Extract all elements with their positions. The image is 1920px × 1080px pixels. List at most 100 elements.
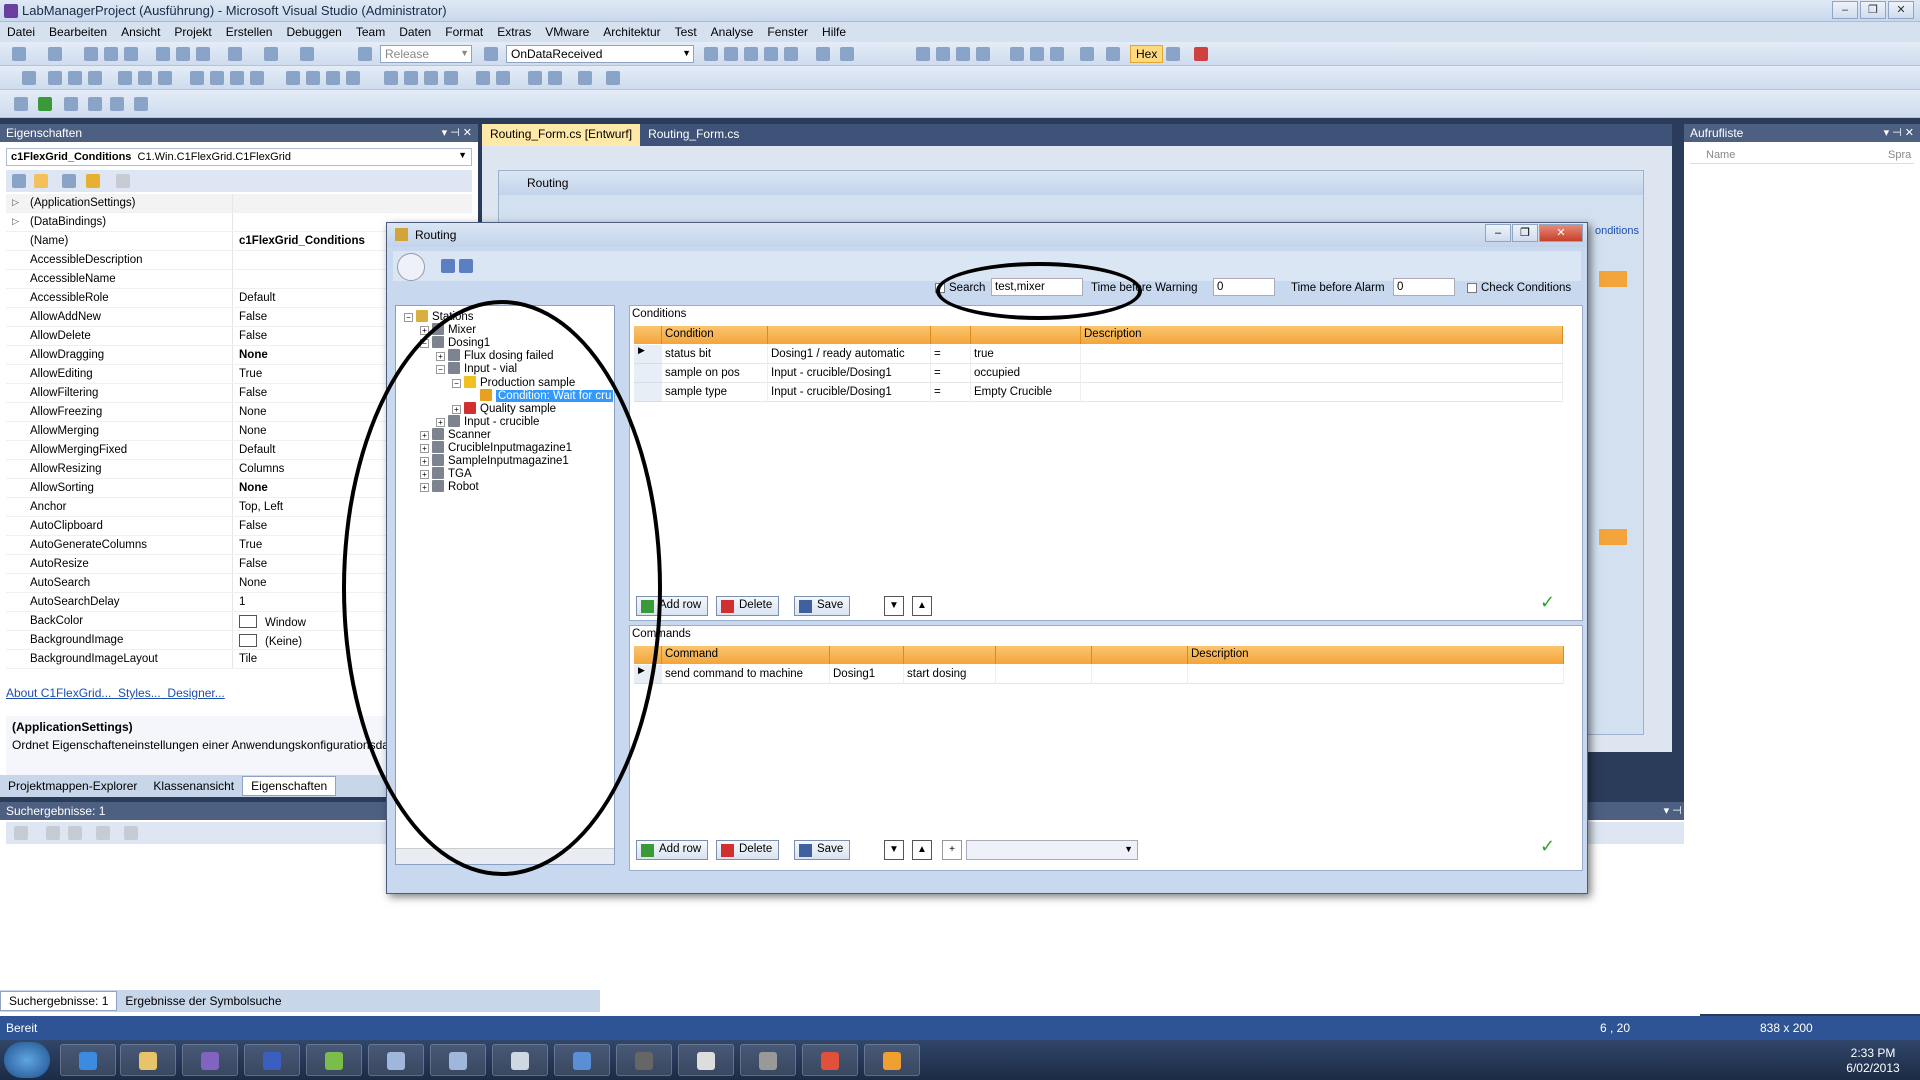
column-name[interactable]: Name bbox=[1706, 149, 1735, 161]
commands-combo[interactable]: ▼ bbox=[966, 840, 1138, 860]
make-same-size-icon[interactable] bbox=[250, 71, 264, 85]
tab-solution-explorer[interactable]: Projektmappen-Explorer bbox=[0, 777, 145, 795]
goto-location-icon[interactable] bbox=[14, 826, 28, 840]
move-down-button[interactable]: ▼ bbox=[884, 596, 904, 616]
find-icon[interactable] bbox=[484, 47, 498, 61]
menu-item-12[interactable]: Test bbox=[668, 25, 704, 39]
next-icon[interactable] bbox=[68, 826, 82, 840]
cut-icon[interactable] bbox=[156, 47, 170, 61]
tab-order-icon[interactable] bbox=[578, 71, 592, 85]
property-row[interactable]: ▷ (ApplicationSettings) bbox=[6, 194, 472, 213]
commands-add-row-button[interactable]: Add row bbox=[636, 840, 709, 860]
align-bottoms-icon[interactable] bbox=[158, 71, 172, 85]
move-up-button[interactable]: ▲ bbox=[912, 596, 932, 616]
start-page-icon[interactable] bbox=[816, 47, 830, 61]
grid-cell[interactable]: true bbox=[971, 345, 1081, 364]
paste-icon[interactable] bbox=[196, 47, 210, 61]
pin-close-icons[interactable]: ▾ ⊣ ✕ bbox=[1884, 126, 1914, 139]
tab-properties[interactable]: Eigenschaften bbox=[242, 776, 337, 796]
commands-add-button[interactable]: + bbox=[942, 840, 962, 860]
properties-icon[interactable] bbox=[744, 47, 758, 61]
save-icon[interactable] bbox=[104, 47, 118, 61]
about-link[interactable]: About C1FlexGrid... bbox=[6, 686, 111, 700]
check-conditions-checkbox[interactable] bbox=[1467, 283, 1477, 293]
minimize-button[interactable]: – bbox=[1832, 1, 1858, 19]
grid-cell[interactable]: start dosing bbox=[904, 665, 996, 684]
menu-item-15[interactable]: Hilfe bbox=[815, 25, 853, 39]
tree-expander-icon[interactable]: − bbox=[404, 313, 413, 322]
save-taskbar-button[interactable] bbox=[244, 1044, 300, 1076]
grid-cell[interactable] bbox=[1081, 383, 1563, 402]
forward-icon[interactable] bbox=[88, 97, 102, 111]
row-header[interactable] bbox=[634, 364, 662, 383]
column-header[interactable]: Command bbox=[662, 646, 830, 664]
redo-icon[interactable] bbox=[264, 47, 278, 61]
commands-move-up-button[interactable]: ▲ bbox=[912, 840, 932, 860]
clear-icon[interactable] bbox=[96, 826, 110, 840]
network-taskbar-button[interactable] bbox=[368, 1044, 424, 1076]
new-project-icon[interactable] bbox=[12, 47, 26, 61]
align-centers-icon[interactable] bbox=[68, 71, 82, 85]
grid-cell[interactable]: send command to machine bbox=[662, 665, 830, 684]
record-icon[interactable] bbox=[64, 97, 78, 111]
vs-taskbar-button[interactable] bbox=[182, 1044, 238, 1076]
object-selector[interactable]: c1FlexGrid_Conditions C1.Win.C1FlexGrid.… bbox=[6, 148, 472, 166]
tab-search-results[interactable]: Suchergebnisse: 1 bbox=[0, 991, 118, 1011]
tab-routing-form-designer[interactable]: Routing_Form.cs [Entwurf] bbox=[482, 124, 641, 146]
align-to-grid-icon[interactable] bbox=[22, 71, 36, 85]
grid-corner[interactable] bbox=[634, 326, 662, 344]
align-rights-icon[interactable] bbox=[88, 71, 102, 85]
grid-cell[interactable]: Dosing1 / ready automatic bbox=[768, 345, 931, 364]
menu-item-1[interactable]: Bearbeiten bbox=[42, 25, 114, 39]
stop-icon[interactable] bbox=[956, 47, 970, 61]
column-header[interactable] bbox=[830, 646, 904, 664]
pin-close-icons[interactable]: ▾ ⊣ ✕ bbox=[442, 126, 472, 139]
quick-watch-icon[interactable] bbox=[1106, 47, 1120, 61]
lock-controls-icon[interactable] bbox=[606, 71, 620, 85]
grid-cell[interactable]: Empty Crucible bbox=[971, 383, 1081, 402]
breakpoints-icon[interactable] bbox=[1080, 47, 1094, 61]
notepad-taskbar-button[interactable] bbox=[306, 1044, 362, 1076]
vertical-spacing-icon[interactable] bbox=[384, 71, 398, 85]
grid-cell[interactable] bbox=[1092, 665, 1188, 684]
horizontal-spacing-icon[interactable] bbox=[286, 71, 300, 85]
chart-taskbar-button[interactable] bbox=[740, 1044, 796, 1076]
grid-cell[interactable]: sample on pos bbox=[662, 364, 768, 383]
menu-item-8[interactable]: Format bbox=[438, 25, 490, 39]
show-threads-icon[interactable] bbox=[1166, 47, 1180, 61]
grid-cell[interactable]: = bbox=[931, 383, 971, 402]
column-header[interactable] bbox=[931, 326, 971, 344]
commands-save-button[interactable]: Save bbox=[794, 840, 851, 860]
step-into-icon[interactable] bbox=[1010, 47, 1024, 61]
open-icon[interactable] bbox=[84, 47, 98, 61]
menu-item-14[interactable]: Fenster bbox=[760, 25, 815, 39]
column-header[interactable] bbox=[768, 326, 931, 344]
commands-move-down-button[interactable]: ▼ bbox=[884, 840, 904, 860]
close-button[interactable]: ✕ bbox=[1888, 1, 1914, 19]
designer-link[interactable]: Designer... bbox=[167, 686, 224, 700]
menu-item-9[interactable]: Extras bbox=[490, 25, 538, 39]
grid-cell[interactable] bbox=[1081, 345, 1563, 364]
send-to-back-icon[interactable] bbox=[548, 71, 562, 85]
column-header[interactable]: Condition bbox=[662, 326, 768, 344]
alarm-time-input[interactable] bbox=[1393, 278, 1455, 296]
menu-item-11[interactable]: Architektur bbox=[596, 25, 667, 39]
increase-vspacing-icon[interactable] bbox=[404, 71, 418, 85]
remove-hspacing-icon[interactable] bbox=[346, 71, 360, 85]
grid-cell[interactable]: Dosing1 bbox=[830, 665, 904, 684]
decrease-hspacing-icon[interactable] bbox=[326, 71, 340, 85]
object-browser-icon[interactable] bbox=[764, 47, 778, 61]
restore-button[interactable]: ❐ bbox=[1860, 1, 1886, 19]
sketch-taskbar-button[interactable] bbox=[678, 1044, 734, 1076]
grid-cell[interactable]: = bbox=[931, 345, 971, 364]
conditions-save-button[interactable]: Save bbox=[794, 596, 851, 616]
start-button[interactable] bbox=[4, 1042, 50, 1078]
undo-icon[interactable] bbox=[228, 47, 242, 61]
solution-explorer-icon[interactable] bbox=[724, 47, 738, 61]
ie-taskbar-button[interactable] bbox=[60, 1044, 116, 1076]
properties-icon[interactable] bbox=[62, 174, 76, 188]
alphabetical-icon[interactable] bbox=[34, 174, 48, 188]
column-header[interactable] bbox=[996, 646, 1092, 664]
settings-icon[interactable] bbox=[134, 97, 148, 111]
start-debug-icon[interactable] bbox=[358, 47, 372, 61]
